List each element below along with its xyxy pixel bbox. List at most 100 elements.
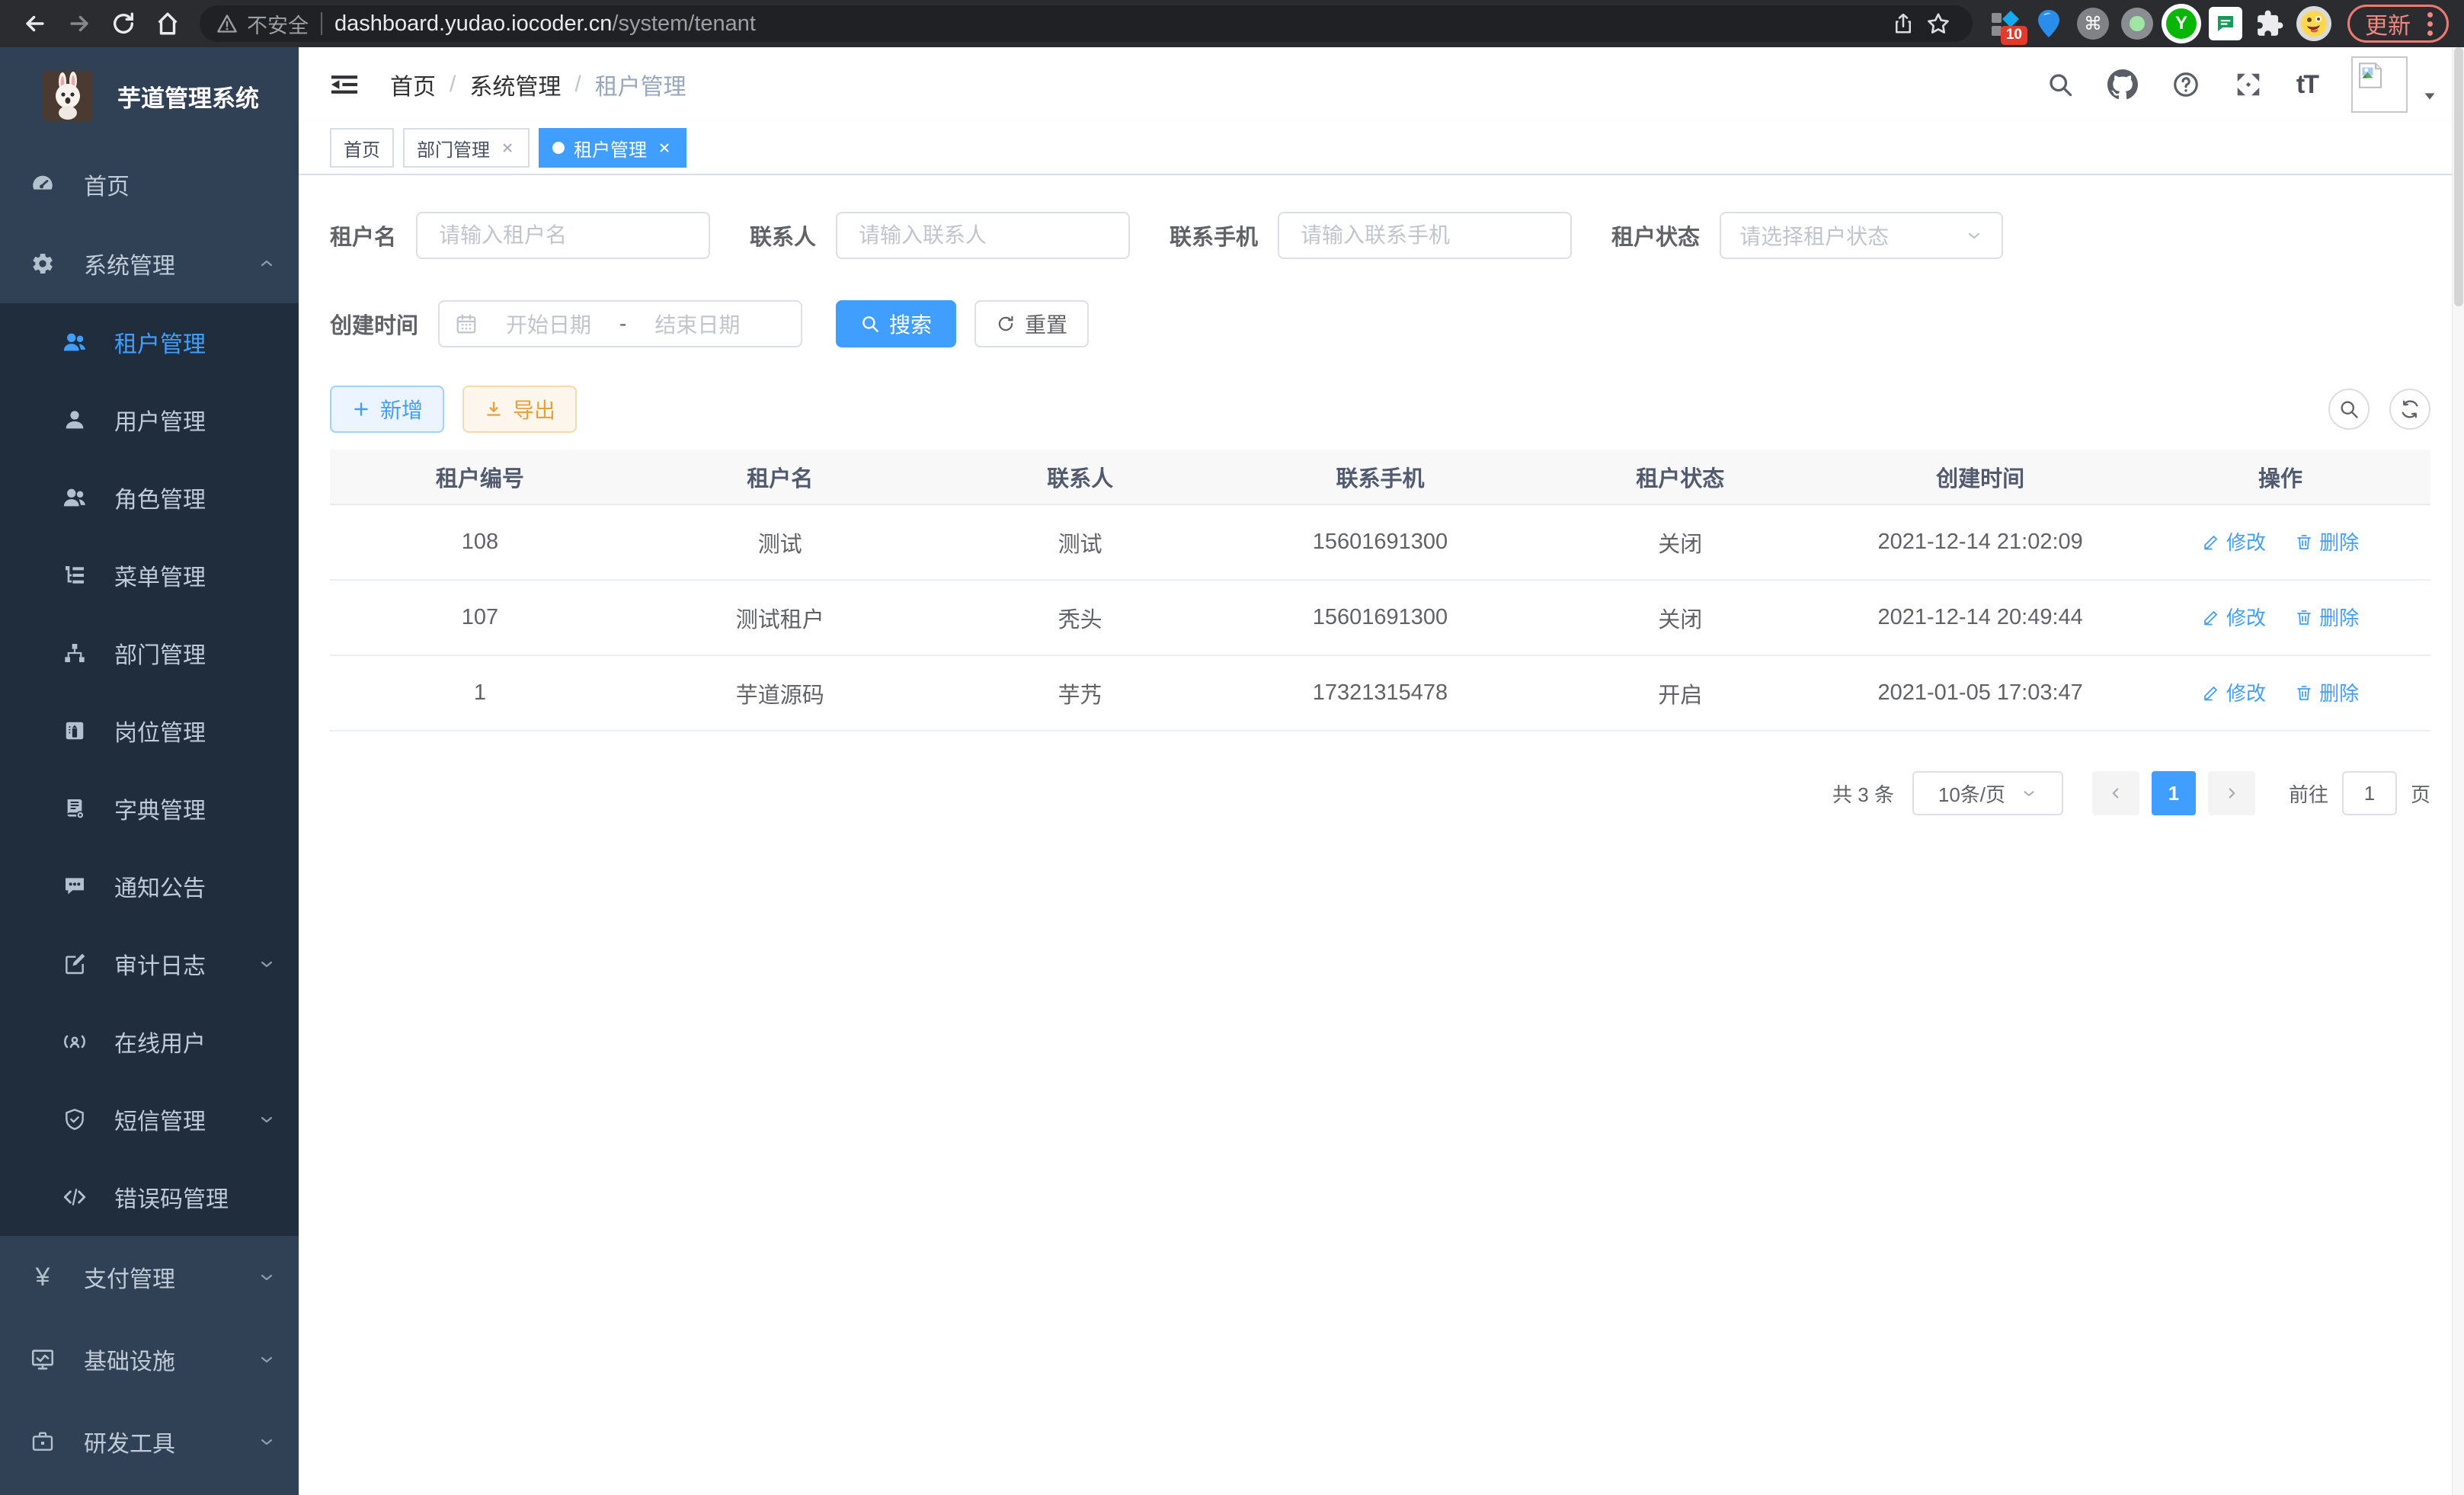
refresh-table-button[interactable]	[2389, 389, 2430, 430]
search-button[interactable]: 搜索	[836, 300, 956, 347]
toggle-search-button[interactable]	[2328, 389, 2370, 430]
close-icon[interactable]	[656, 139, 673, 156]
header-search-icon[interactable]	[2046, 71, 2074, 98]
export-button[interactable]: 导出	[462, 386, 577, 433]
page-scrollbar[interactable]	[2452, 47, 2464, 1495]
sidebar-item-error-code[interactable]: 错误码管理	[0, 1158, 299, 1236]
sidebar-item-online-users[interactable]: 在线用户	[0, 1003, 299, 1080]
sidebar-item-post[interactable]: 岗位管理	[0, 692, 299, 770]
table-row: 108 测试 测试 15601691300 关闭 2021-12-14 21:0…	[330, 504, 2430, 580]
sidebar-item-dict[interactable]: 字典管理	[0, 770, 299, 847]
cell-contact: 芋艿	[930, 655, 1230, 731]
contact-input[interactable]	[836, 212, 1130, 259]
breadcrumb-home[interactable]: 首页	[390, 68, 436, 101]
cell-mobile: 15601691300	[1230, 504, 1531, 580]
tab-tenant[interactable]: 租户管理	[539, 128, 686, 168]
extension-balloon-icon[interactable]	[2029, 4, 2069, 43]
chevron-down-icon	[258, 1433, 276, 1451]
sidebar-item-audit-log[interactable]: 审计日志	[0, 925, 299, 1003]
search-icon	[860, 314, 880, 334]
cell-tenant-id: 1	[330, 655, 630, 731]
omnibox-divider	[321, 12, 322, 35]
app-title: 芋道管理系统	[117, 79, 259, 114]
cell-mobile: 17321315478	[1230, 655, 1531, 731]
security-warning-icon[interactable]	[216, 13, 238, 34]
sidebar-item-user[interactable]: 用户管理	[0, 381, 299, 459]
delete-link[interactable]: 删除	[2295, 527, 2359, 555]
browser-forward-icon[interactable]	[59, 5, 99, 42]
user-avatar[interactable]	[2351, 56, 2408, 113]
sidebar-logo[interactable]: 芋道管理系统	[0, 47, 299, 145]
chevron-left-icon	[2107, 785, 2124, 802]
sidebar-item-dev-tools[interactable]: 研发工具	[0, 1401, 299, 1483]
sidebar-item-home[interactable]: 首页	[0, 145, 299, 224]
extension-chat-icon[interactable]	[2206, 4, 2245, 43]
avatar-caret-icon[interactable]	[2421, 88, 2438, 104]
sidebar-item-tenant[interactable]: 租户管理	[0, 303, 299, 381]
sidebar-item-label: 研发工具	[84, 1425, 175, 1458]
mobile-input[interactable]	[1278, 212, 1572, 259]
prev-page-button[interactable]	[2092, 771, 2139, 815]
sidebar-item-sms[interactable]: 短信管理	[0, 1080, 299, 1158]
browser-reload-icon[interactable]	[104, 5, 143, 42]
tenant-name-input[interactable]	[416, 212, 710, 259]
goto-page-input[interactable]	[2342, 771, 2397, 815]
sidebar-item-system[interactable]: 系统管理	[0, 224, 299, 303]
tab-label: 部门管理	[417, 135, 490, 162]
export-button-label: 导出	[513, 394, 555, 424]
edit-link[interactable]: 修改	[2202, 603, 2266, 631]
font-size-icon[interactable]: tT	[2296, 70, 2318, 100]
tenant-table: 租户编号 租户名 联系人 联系手机 租户状态 创建时间 操作 108 测试 测试	[330, 450, 2430, 731]
extension-command-icon[interactable]: ⌘	[2073, 4, 2113, 43]
date-range-picker[interactable]: 开始日期 - 结束日期	[438, 300, 802, 347]
cell-created: 2021-12-14 20:49:44	[1830, 580, 2130, 655]
page-size-select[interactable]: 10条/页	[1912, 771, 2063, 815]
breadcrumb-parent[interactable]: 系统管理	[469, 68, 561, 101]
delete-link[interactable]: 删除	[2295, 678, 2359, 706]
sidebar-item-infra[interactable]: 基础设施	[0, 1318, 299, 1401]
extensions-puzzle-icon[interactable]	[2250, 4, 2290, 43]
extension-blocks-icon[interactable]: 10	[1985, 4, 2024, 43]
extension-record-icon[interactable]	[2117, 4, 2157, 43]
sidebar-item-dept[interactable]: 部门管理	[0, 614, 299, 692]
next-page-button[interactable]	[2208, 771, 2255, 815]
github-icon[interactable]	[2107, 69, 2138, 100]
sidebar-fold-icon[interactable]	[328, 68, 361, 101]
tab-home[interactable]: 首页	[330, 128, 394, 168]
browser-home-icon[interactable]	[148, 5, 187, 42]
profile-avatar-icon[interactable]	[2294, 4, 2334, 43]
sidebar-item-role[interactable]: 角色管理	[0, 459, 299, 536]
pagination-total: 共 3 条	[1832, 780, 1894, 808]
edit-link[interactable]: 修改	[2202, 678, 2266, 706]
delete-label: 删除	[2319, 527, 2359, 555]
reset-button[interactable]: 重置	[974, 300, 1089, 347]
scrollbar-thumb[interactable]	[2454, 47, 2463, 306]
browser-update-button[interactable]: 更新	[2347, 5, 2449, 43]
sidebar-item-pay[interactable]: ¥ 支付管理	[0, 1236, 299, 1318]
cell-actions: 修改 删除	[2130, 504, 2430, 580]
browser-menu-icon[interactable]	[2421, 12, 2439, 36]
status-select[interactable]: 请选择租户状态	[1720, 212, 2003, 259]
page-number-1[interactable]: 1	[2152, 771, 2196, 815]
browser-back-icon[interactable]	[15, 5, 55, 42]
sidebar-item-notice[interactable]: 通知公告	[0, 847, 299, 925]
help-icon[interactable]	[2171, 70, 2200, 99]
sidebar-item-menu[interactable]: 菜单管理	[0, 536, 299, 614]
bookmark-star-icon[interactable]	[1921, 6, 1956, 41]
tree-list-icon	[61, 562, 88, 589]
address-bar[interactable]: 不安全 dashboard.yudao.iocoder.cn/system/te…	[200, 5, 1973, 42]
date-end-placeholder: 结束日期	[640, 309, 754, 339]
sidebar-item-label: 系统管理	[84, 247, 175, 280]
sidebar-submenu-system: 租户管理 用户管理 角色管理 菜单管理	[0, 303, 299, 1236]
add-button[interactable]: 新增	[330, 386, 444, 433]
tab-dept[interactable]: 部门管理	[403, 128, 530, 168]
dictionary-icon	[61, 795, 88, 822]
sidebar-item-label: 租户管理	[114, 325, 206, 359]
delete-link[interactable]: 删除	[2295, 603, 2359, 631]
fullscreen-icon[interactable]	[2234, 70, 2263, 99]
edit-link[interactable]: 修改	[2202, 527, 2266, 555]
close-icon[interactable]	[499, 139, 516, 156]
share-icon[interactable]	[1886, 6, 1921, 41]
calendar-icon	[455, 312, 478, 335]
extension-y-icon[interactable]: Y	[2162, 4, 2201, 43]
